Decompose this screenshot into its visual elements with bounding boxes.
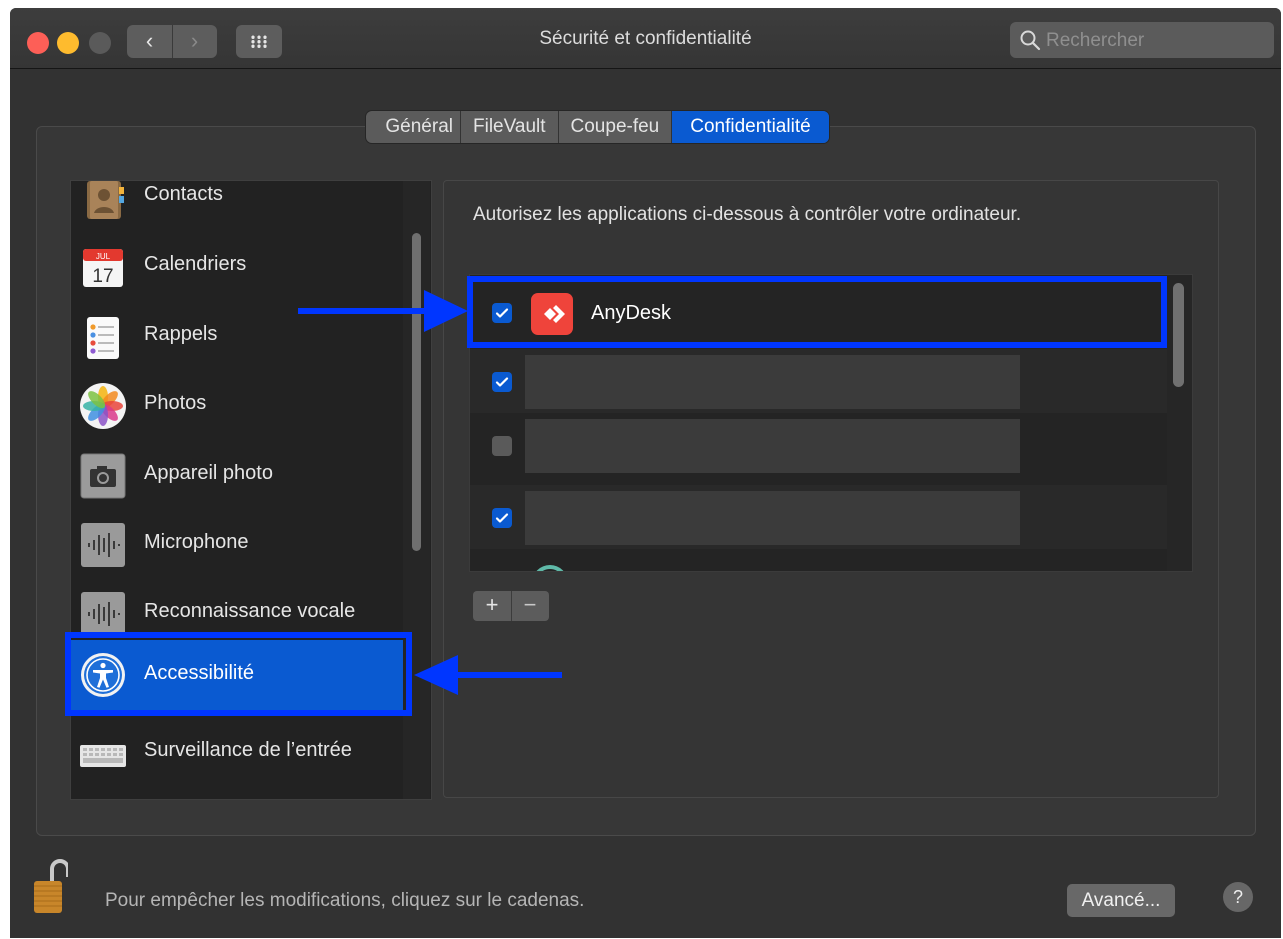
tab-bar: Général FileVault Coupe-feu Confidential… (366, 111, 829, 143)
speech-recognition-icon (81, 592, 125, 636)
sidebar-item-camera[interactable]: Appareil photo (71, 440, 403, 510)
search-field[interactable] (1010, 22, 1274, 58)
sidebar-item-label: Reconnaissance vocale (144, 600, 356, 622)
photos-icon (80, 383, 126, 429)
sidebar-item-input-monitoring[interactable]: Surveillance de l’entrée (71, 717, 403, 787)
redacted-app-entry (525, 419, 1020, 473)
reminders-icon (87, 317, 119, 359)
list-item[interactable] (470, 413, 1167, 477)
list-item[interactable] (470, 485, 1167, 549)
add-app-button[interactable]: + (473, 591, 512, 621)
accessibility-highlight-box (65, 632, 412, 716)
contacts-icon (87, 181, 124, 219)
help-button[interactable]: ? (1223, 882, 1253, 912)
sidebar-item-contacts[interactable]: Contacts (71, 181, 403, 231)
app-checkbox[interactable] (492, 508, 512, 528)
app-checkbox[interactable] (492, 372, 512, 392)
redacted-app-entry (525, 355, 1020, 409)
sidebar-item-label: Appareil photo (144, 462, 273, 484)
sidebar-scrollbar-thumb[interactable] (412, 233, 421, 551)
checkmark-icon (495, 513, 509, 523)
anydesk-highlight-box (467, 276, 1167, 348)
sidebar-item-label: Calendriers (144, 253, 247, 275)
list-item[interactable] (470, 349, 1167, 413)
remove-app-button[interactable]: − (511, 591, 549, 621)
tab-filevault[interactable]: FileVault (461, 111, 559, 143)
sidebar-item-label: Contacts (144, 183, 223, 205)
sidebar-item-label: Surveillance de l’entrée (144, 739, 352, 761)
title-bar: ‹ › Sécurité et confidentialité (10, 8, 1281, 69)
keyboard-icon (80, 745, 126, 767)
add-remove-buttons: + − (473, 591, 549, 621)
lock-status-text: Pour empêcher les modifications, cliquez… (105, 890, 585, 911)
list-item[interactable] (470, 553, 1167, 571)
partial-app-icon (536, 565, 564, 571)
arrow-left-icon (414, 655, 562, 695)
sidebar-item-photos[interactable]: Photos (71, 370, 403, 440)
search-icon (1020, 30, 1041, 51)
calendar-day-text: 17 (92, 266, 113, 287)
tab-firewall[interactable]: Coupe-feu (559, 111, 673, 143)
tab-general[interactable]: Général (366, 111, 461, 143)
accessibility-description: Autorisez les applications ci-dessous à … (473, 204, 1022, 225)
padlock-icon[interactable] (32, 857, 70, 915)
app-list-scrollbar-thumb[interactable] (1173, 283, 1184, 387)
redacted-app-entry (525, 491, 1020, 545)
microphone-icon (81, 523, 125, 567)
tab-privacy[interactable]: Confidentialité (672, 111, 829, 143)
calendar-icon: JUL 17 (83, 249, 123, 287)
advanced-button[interactable]: Avancé... (1067, 884, 1175, 917)
sidebar-item-label: Photos (144, 392, 207, 414)
arrow-right-icon (298, 290, 468, 332)
sidebar-item-label: Rappels (144, 323, 218, 345)
sidebar-item-label: Microphone (144, 531, 249, 553)
checkmark-icon (495, 377, 509, 387)
search-input[interactable] (1044, 26, 1268, 56)
app-checkbox[interactable] (492, 436, 512, 456)
sidebar-item-microphone[interactable]: Microphone (71, 509, 403, 579)
calendar-month-text: JUL (96, 252, 111, 261)
camera-icon (80, 453, 126, 499)
